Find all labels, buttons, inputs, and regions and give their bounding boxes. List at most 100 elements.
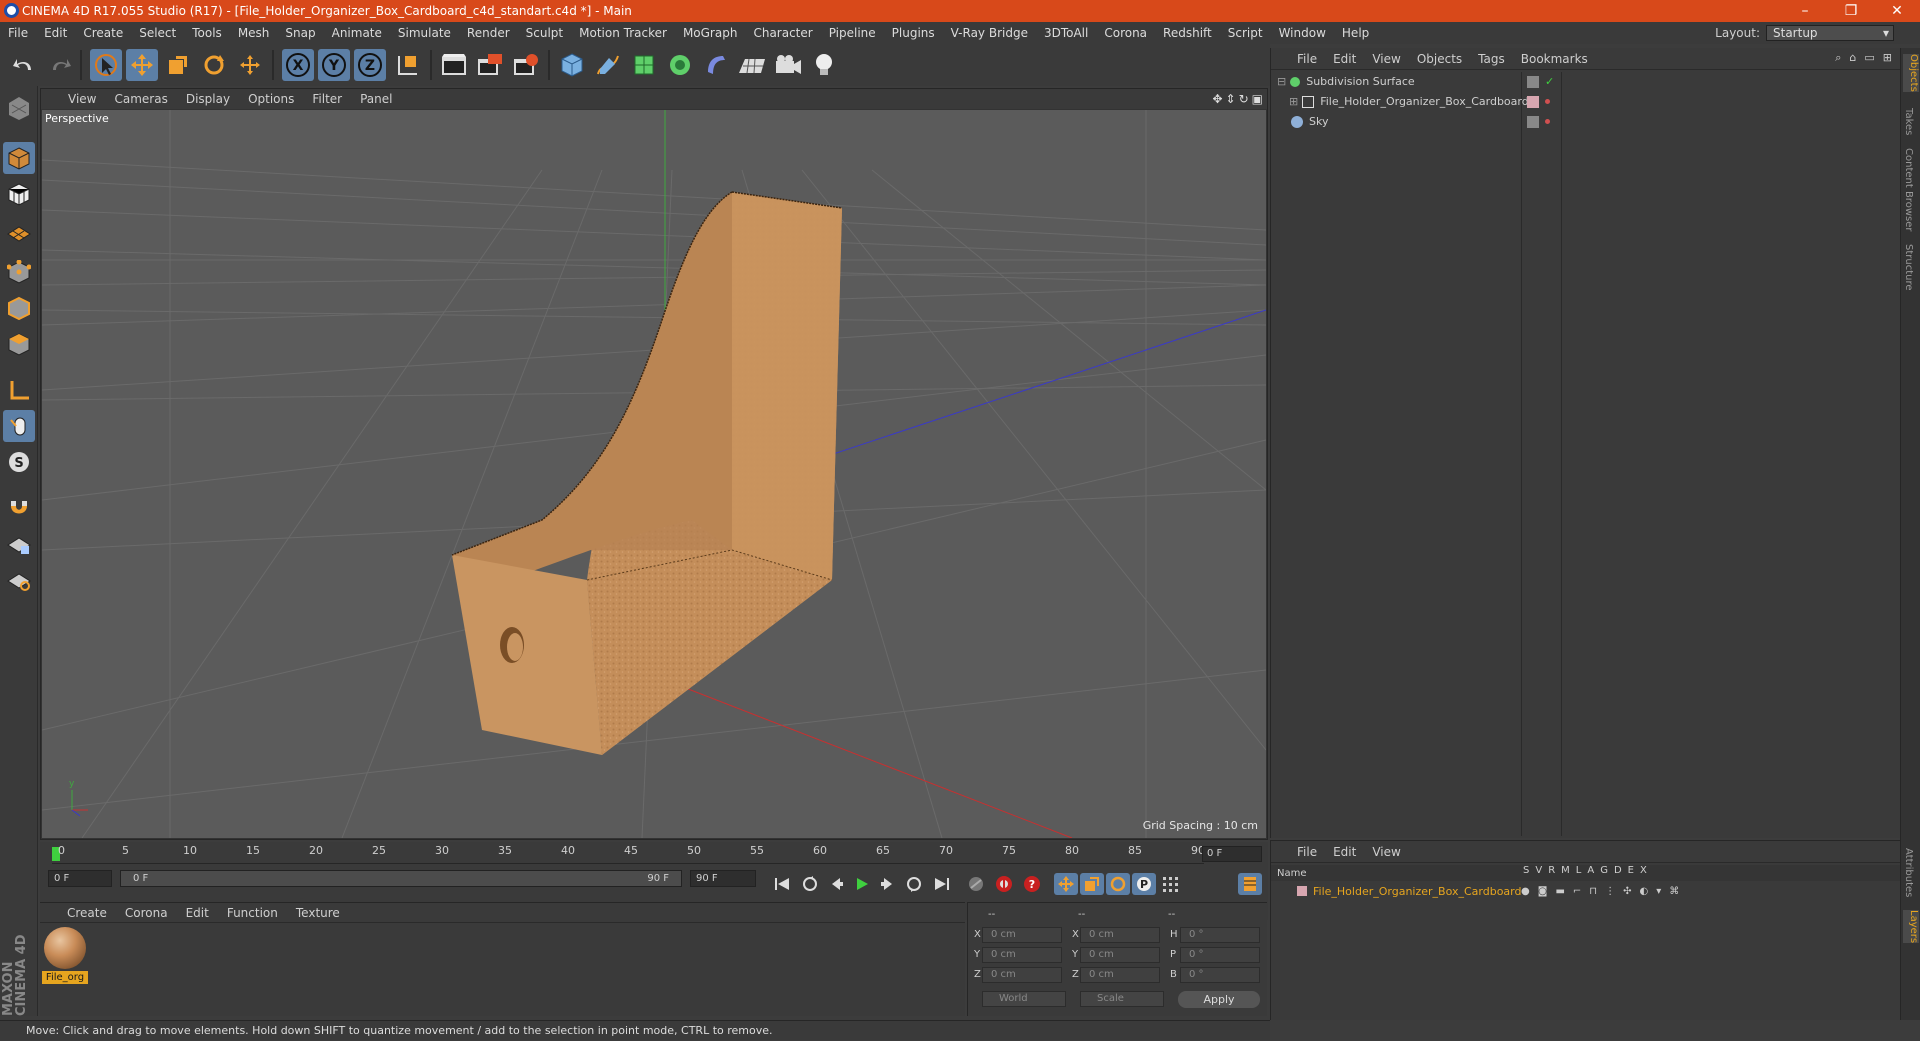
viewport-menu-filter[interactable]: Filter — [303, 92, 351, 106]
layer-color-swatch[interactable] — [1297, 886, 1307, 896]
viewport-menu-panel[interactable]: Panel — [351, 92, 401, 106]
minimize-button[interactable]: – — [1782, 0, 1828, 22]
viewport-move-icon[interactable]: ✥ — [1212, 92, 1222, 106]
key-pla-icon[interactable] — [1158, 873, 1182, 895]
key-position-icon[interactable] — [1054, 873, 1078, 895]
subdivision-surface-icon[interactable] — [628, 49, 660, 81]
solo-mode-icon[interactable]: S — [3, 446, 35, 478]
timeline-window-icon[interactable] — [1238, 873, 1262, 895]
menu-plugins[interactable]: Plugins — [884, 26, 943, 40]
new-view-icon[interactable]: ▭ — [1864, 51, 1874, 65]
layer-color-tag-icon[interactable] — [1527, 95, 1539, 108]
auto-keying-icon[interactable]: ? — [1020, 873, 1044, 895]
rotate-tool-icon[interactable] — [198, 49, 230, 81]
menu-select[interactable]: Select — [131, 26, 184, 40]
maximize-button[interactable]: ❐ — [1828, 0, 1874, 22]
points-mode-icon[interactable] — [3, 256, 35, 288]
menu-mograph[interactable]: MoGraph — [675, 26, 746, 40]
start-frame-field[interactable]: 0 F — [48, 870, 112, 887]
rotation-b-field[interactable]: 0 ° — [1180, 967, 1260, 983]
x-axis-lock-icon[interactable]: X — [282, 49, 314, 81]
material-menu-texture[interactable]: Texture — [287, 906, 349, 920]
visibility-dot-icon[interactable] — [1545, 99, 1550, 104]
current-frame-field[interactable]: 0 F — [1202, 846, 1262, 862]
undo-icon[interactable] — [8, 49, 40, 81]
render-toggle-icon[interactable]: ▬ — [1555, 886, 1564, 897]
objects-menu-tags[interactable]: Tags — [1470, 52, 1513, 66]
viewport-toggle-icon[interactable]: ▣ — [1252, 92, 1263, 106]
menu-animate[interactable]: Animate — [324, 26, 390, 40]
position-z-field[interactable]: 0 cm — [982, 967, 1062, 983]
apply-button[interactable]: Apply — [1178, 991, 1260, 1008]
animation-toggle-icon[interactable]: ⋮ — [1605, 886, 1615, 897]
tab-structure[interactable]: Structure — [1903, 244, 1914, 291]
size-z-field[interactable]: 0 cm — [1080, 967, 1160, 983]
workplane-mode-icon[interactable] — [3, 214, 35, 246]
menu-render[interactable]: Render — [459, 26, 518, 40]
layer-tag-icon[interactable] — [1527, 115, 1539, 128]
solo-toggle-icon[interactable]: ● — [1521, 886, 1530, 897]
edges-mode-icon[interactable] — [3, 292, 35, 324]
end-frame-field[interactable]: 90 F — [690, 870, 756, 887]
edit-render-settings-icon[interactable] — [510, 49, 542, 81]
go-to-start-icon[interactable] — [770, 873, 794, 895]
key-scale-icon[interactable] — [1080, 873, 1104, 895]
enable-axis-icon[interactable] — [3, 374, 35, 406]
menu-create[interactable]: Create — [75, 26, 131, 40]
menu-motion-tracker[interactable]: Motion Tracker — [571, 26, 675, 40]
scale-tool-icon[interactable] — [162, 49, 194, 81]
menu-sculpt[interactable]: Sculpt — [518, 26, 571, 40]
y-axis-lock-icon[interactable]: Y — [318, 49, 350, 81]
viewport-menu-display[interactable]: Display — [177, 92, 239, 106]
generators-toggle-icon[interactable]: ✣ — [1623, 886, 1631, 897]
close-button[interactable]: ✕ — [1874, 0, 1920, 22]
play-icon[interactable] — [850, 873, 874, 895]
menu-3dtoall[interactable]: 3DToAll — [1036, 26, 1096, 40]
menu-window[interactable]: Window — [1271, 26, 1334, 40]
lock-toggle-icon[interactable]: ⊓ — [1589, 886, 1597, 897]
layer-tag-icon[interactable] — [1527, 75, 1539, 88]
viewport-menu-options[interactable]: Options — [239, 92, 303, 106]
manager-toggle-icon[interactable]: ⌐ — [1573, 886, 1581, 897]
tab-content-browser[interactable]: Content Browser — [1903, 148, 1914, 231]
material-menu-corona[interactable]: Corona — [116, 906, 177, 920]
layout-dropdown[interactable]: Startup — [1766, 25, 1894, 41]
menu-script[interactable]: Script — [1220, 26, 1271, 40]
object-row-sky[interactable]: Sky — [1273, 112, 1899, 131]
menu-edit[interactable]: Edit — [36, 26, 75, 40]
deformers-toggle-icon[interactable]: ◐ — [1639, 886, 1648, 897]
menu-simulate[interactable]: Simulate — [390, 26, 459, 40]
menu-redshift[interactable]: Redshift — [1155, 26, 1220, 40]
menu-file[interactable]: File — [0, 26, 36, 40]
size-x-field[interactable]: 0 cm — [1080, 927, 1160, 943]
search-icon[interactable]: ⌕ — [1835, 51, 1841, 65]
redo-icon[interactable] — [44, 49, 76, 81]
texture-mode-icon[interactable] — [3, 178, 35, 210]
live-selection-icon[interactable] — [90, 49, 122, 81]
collapse-icon[interactable]: ⊟ — [1277, 75, 1286, 88]
material-menu-create[interactable]: Create — [58, 906, 116, 920]
pen-spline-icon[interactable] — [592, 49, 624, 81]
previous-frame-icon[interactable] — [824, 873, 848, 895]
objects-menu-view[interactable]: View — [1364, 52, 1408, 66]
render-view-icon[interactable] — [438, 49, 470, 81]
menu-character[interactable]: Character — [745, 26, 820, 40]
key-rotation-icon[interactable] — [1106, 873, 1130, 895]
mograph-cloner-icon[interactable] — [664, 49, 696, 81]
key-parameter-icon[interactable]: P — [1132, 873, 1156, 895]
objects-menu-file[interactable]: File — [1289, 52, 1325, 66]
tab-objects[interactable]: Objects — [1903, 54, 1919, 92]
tab-attributes[interactable]: Attributes — [1903, 848, 1914, 897]
camera-icon[interactable] — [772, 49, 804, 81]
tab-layers[interactable]: Layers — [1903, 910, 1919, 944]
menu-mesh[interactable]: Mesh — [230, 26, 278, 40]
viewport-menu-cameras[interactable]: Cameras — [105, 92, 176, 106]
transform-tool-icon[interactable] — [234, 49, 266, 81]
z-axis-lock-icon[interactable]: Z — [354, 49, 386, 81]
coordinate-space-dropdown[interactable]: World — [982, 991, 1066, 1007]
expand-icon[interactable]: ⊞ — [1289, 95, 1298, 108]
viewport-rotate-icon[interactable]: ↻ — [1239, 92, 1249, 106]
material-swatch[interactable]: File_org — [42, 927, 88, 987]
position-x-field[interactable]: 0 cm — [982, 927, 1062, 943]
menu-pipeline[interactable]: Pipeline — [821, 26, 884, 40]
